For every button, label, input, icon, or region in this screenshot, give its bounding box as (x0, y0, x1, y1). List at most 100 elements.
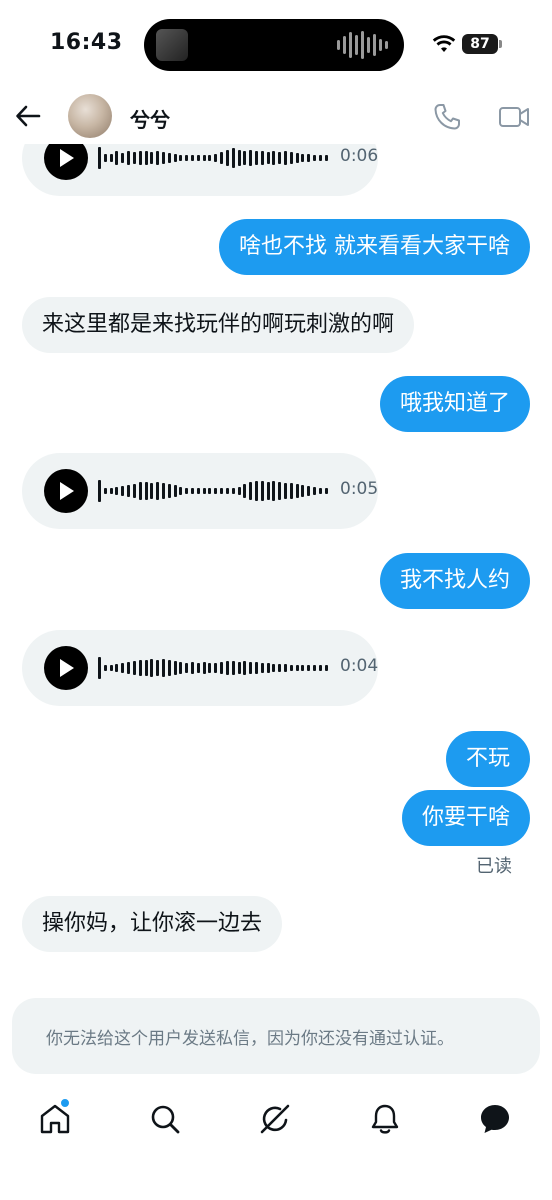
waveform-bar (313, 665, 317, 671)
waveform-bar (237, 150, 241, 166)
message-bubble-in[interactable]: 来这里都是来找玩伴的啊玩刺激的啊 (22, 297, 415, 353)
waveform-bar (156, 482, 160, 500)
waveform-bar (167, 660, 171, 676)
waveform-bar (138, 482, 142, 500)
waveform-bar (272, 664, 276, 672)
waveform-bar (202, 662, 206, 674)
voice-duration: 0:04 (340, 656, 379, 676)
contact-name[interactable]: 兮兮 (130, 104, 170, 133)
voice-message[interactable]: 0:04 (22, 630, 378, 706)
waveform-bar (115, 664, 119, 672)
message-bubble-out[interactable]: 啥也不找 就来看看大家干啥 (219, 219, 530, 275)
waveform-bar (278, 664, 282, 672)
waveform-bar (127, 485, 131, 497)
contact-avatar[interactable] (68, 94, 112, 138)
waveform-bar (214, 663, 218, 673)
waveform-bar (289, 665, 293, 671)
waveform-bar (208, 663, 212, 673)
waveform-bar (208, 155, 212, 161)
waveform-bar (98, 147, 101, 169)
waveform-bar (237, 662, 241, 674)
play-button[interactable] (44, 469, 88, 513)
waveform-bar (173, 485, 177, 497)
waveform-bar (324, 665, 328, 671)
waveform-bar (179, 487, 183, 495)
waveform-bar (127, 662, 131, 674)
waveform-bar (249, 482, 253, 500)
waveform-bar (278, 152, 282, 164)
dm-restricted-notice: 你无法给这个用户发送私信，因为你还没有通过认证。 (12, 998, 540, 1074)
bell-icon[interactable] (368, 1102, 402, 1136)
waveform-bar (301, 154, 305, 162)
grok-icon[interactable] (258, 1102, 292, 1136)
waveform-bar (191, 662, 194, 674)
waveform-bar (196, 488, 200, 494)
bottom-nav (0, 1086, 552, 1152)
waveform-bar (295, 665, 299, 671)
waveform-bar (243, 151, 247, 165)
waveform-bar (144, 660, 148, 676)
waveform-bar (266, 482, 270, 500)
waveform-bar (98, 657, 101, 679)
waveform-bar (191, 155, 194, 161)
voice-message[interactable]: 0:05 (22, 453, 378, 529)
waveform-bar (266, 152, 270, 164)
message-bubble-out[interactable]: 不玩 (445, 731, 530, 787)
waveform-bar (150, 483, 154, 499)
voice-waveform (98, 648, 328, 688)
waveform-bar (307, 154, 311, 162)
video-call-icon[interactable] (498, 102, 530, 132)
waveform-bar (284, 151, 287, 165)
waveform-bar (103, 154, 107, 162)
notice-text: 你无法给这个用户发送私信，因为你还没有通过认证。 (46, 1029, 454, 1049)
waveform-bar (278, 482, 282, 500)
waveform-bar (202, 155, 206, 161)
waveform-bar (225, 150, 229, 166)
waveform-bar (161, 152, 165, 164)
waveform-bar (225, 488, 229, 494)
waveform-bar (150, 152, 154, 164)
waveform-bar (260, 481, 264, 501)
waveform-bar (243, 484, 247, 498)
waveform-bar (173, 661, 177, 675)
message-bubble-out[interactable]: 我不找人约 (379, 553, 530, 609)
voice-waveform (98, 471, 328, 511)
waveform-bar (98, 480, 101, 502)
conversation-header: 兮兮 (0, 88, 552, 144)
waveform-bar (185, 155, 189, 161)
waveform-bar (324, 488, 328, 494)
messages-icon[interactable] (478, 1102, 512, 1136)
waveform-bar (243, 661, 247, 675)
waveform-bar (208, 488, 212, 494)
waveform-bar (318, 488, 322, 494)
waveform-bar (138, 660, 142, 676)
waveform-bar (284, 664, 287, 672)
message-bubble-in[interactable]: 操你妈，让你滚一边去 (22, 896, 283, 952)
waveform-bar (231, 148, 235, 168)
phone-icon[interactable] (432, 102, 462, 132)
waveform-bar (132, 152, 136, 164)
waveform-bar (103, 665, 107, 671)
waveform-bar (324, 155, 328, 161)
waveform-bar (150, 659, 154, 677)
waveform-bar (132, 484, 136, 498)
message-bubble-out[interactable]: 哦我知道了 (379, 376, 530, 432)
waveform-bar (272, 151, 276, 165)
waveform-bar (196, 663, 200, 673)
play-icon (60, 659, 74, 677)
waveform-bar (254, 662, 258, 674)
waveform-bar (132, 661, 136, 675)
waveform-bar (318, 155, 322, 161)
search-icon[interactable] (148, 1102, 182, 1136)
waveform-bar (249, 662, 253, 674)
waveform-bar (167, 484, 171, 498)
play-button[interactable] (44, 646, 88, 690)
waveform-bar (307, 486, 311, 496)
home-notification-dot (60, 1098, 70, 1108)
waveform-bar (121, 153, 125, 163)
waveform-bar (214, 154, 218, 162)
waveform-bar (179, 155, 183, 161)
back-arrow-icon[interactable] (14, 102, 42, 130)
message-bubble-out[interactable]: 你要干啥 (401, 790, 530, 846)
waveform-bar (109, 488, 113, 494)
